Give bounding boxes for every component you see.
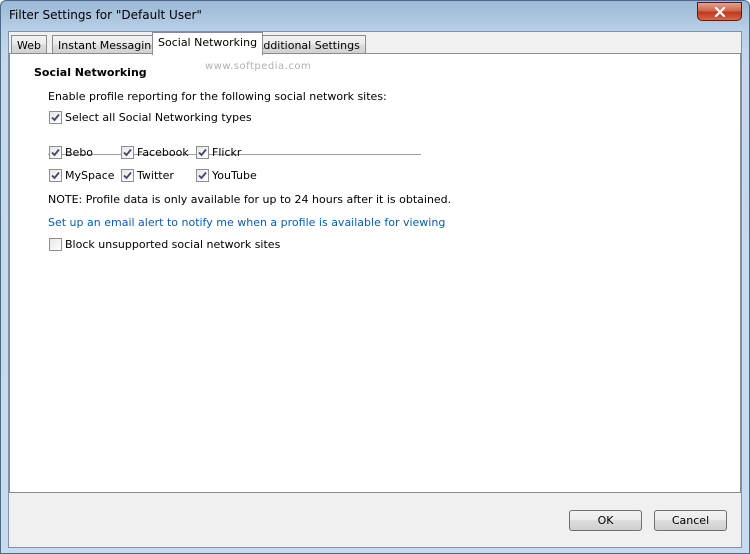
site-facebook-row[interactable]: Facebook — [121, 146, 189, 159]
note-text: NOTE: Profile data is only available for… — [48, 193, 452, 206]
tab-instant-messaging[interactable]: Instant Messaging — [52, 35, 165, 54]
bebo-checkbox[interactable] — [49, 146, 62, 159]
bebo-label: Bebo — [65, 146, 94, 159]
checkmark-icon — [51, 113, 60, 122]
watermark-text: www.softpedia.com — [205, 61, 312, 72]
select-all-checkbox-row[interactable]: Select all Social Networking types — [49, 111, 252, 124]
site-twitter-row[interactable]: Twitter — [121, 169, 174, 182]
select-all-checkbox[interactable] — [49, 111, 62, 124]
block-unsupported-label: Block unsupported social network sites — [65, 238, 281, 251]
filter-settings-window: Filter Settings for "Default User" Web I… — [0, 0, 750, 554]
cancel-button[interactable]: Cancel — [654, 510, 727, 531]
youtube-label: YouTube — [212, 169, 257, 182]
flickr-label: Flickr — [212, 146, 242, 159]
flickr-checkbox[interactable] — [196, 146, 209, 159]
select-all-label: Select all Social Networking types — [65, 111, 252, 124]
checkmark-icon — [123, 148, 132, 157]
checkmark-icon — [123, 171, 132, 180]
site-flickr-row[interactable]: Flickr — [196, 146, 241, 159]
tab-social-networking[interactable]: Social Networking — [152, 32, 264, 55]
close-button[interactable] — [697, 2, 742, 21]
email-alert-link[interactable]: Set up an email alert to notify me when … — [48, 216, 445, 229]
close-icon — [714, 7, 726, 17]
facebook-label: Facebook — [137, 146, 189, 159]
myspace-checkbox[interactable] — [49, 169, 62, 182]
checkmark-icon — [51, 171, 60, 180]
checkmark-icon — [198, 171, 207, 180]
title-bar[interactable]: Filter Settings for "Default User" — [1, 1, 749, 31]
section-title: Social Networking — [34, 66, 147, 79]
ok-button[interactable]: OK — [569, 510, 642, 531]
twitter-label: Twitter — [137, 169, 174, 182]
site-bebo-row[interactable]: Bebo — [49, 146, 93, 159]
tab-web[interactable]: Web — [11, 35, 47, 54]
twitter-checkbox[interactable] — [121, 169, 134, 182]
window-title: Filter Settings for "Default User" — [9, 8, 202, 22]
myspace-label: MySpace — [65, 169, 115, 182]
site-myspace-row[interactable]: MySpace — [49, 169, 115, 182]
block-unsupported-checkbox[interactable] — [49, 238, 62, 251]
checkmark-icon — [51, 148, 60, 157]
checkmark-icon — [198, 148, 207, 157]
intro-text: Enable profile reporting for the followi… — [48, 90, 387, 103]
dialog-client-area: Web Instant Messaging Social Networking … — [8, 31, 742, 548]
block-unsupported-row[interactable]: Block unsupported social network sites — [49, 238, 280, 251]
site-youtube-row[interactable]: YouTube — [196, 169, 257, 182]
social-networking-panel: www.softpedia.com Social Networking Enab… — [9, 53, 741, 493]
tab-additional-settings[interactable]: Additional Settings — [250, 35, 366, 54]
facebook-checkbox[interactable] — [121, 146, 134, 159]
youtube-checkbox[interactable] — [196, 169, 209, 182]
